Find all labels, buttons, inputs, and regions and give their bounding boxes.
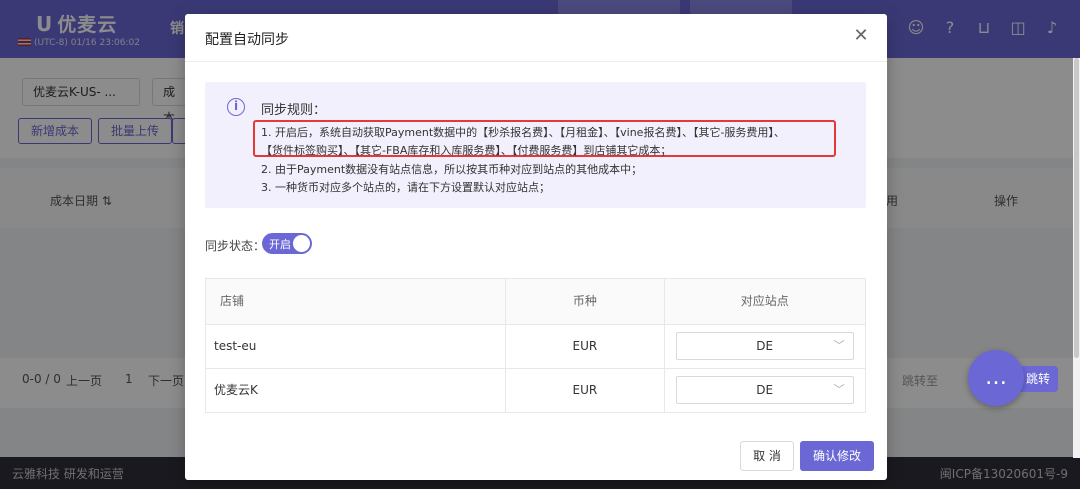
site-cell: DE ﹀ xyxy=(665,369,865,412)
table-header-row: 店铺 币种 对应站点 xyxy=(206,279,865,325)
site-mapping-table: 店铺 币种 对应站点 test-eu EUR DE ﹀ 优麦云K EUR DE ﹀ xyxy=(205,278,866,413)
rule-line-1a: 1. 开启后，系统自动获取Payment数据中的【秒杀报名费】、【月租金】、【v… xyxy=(261,126,785,139)
info-icon: i xyxy=(227,98,245,116)
toggle-label: 开启 xyxy=(269,238,291,251)
currency-cell: EUR xyxy=(506,369,665,412)
sync-rules-panel: i 同步规则： 1. 开启后，系统自动获取Payment数据中的【秒杀报名费】、… xyxy=(205,82,866,208)
toggle-knob xyxy=(293,235,310,252)
store-cell: test-eu xyxy=(206,325,507,368)
rules-title: 同步规则： xyxy=(261,103,327,118)
rule-line-2: 2. 由于Payment数据没有站点信息，所以按其币种对应到站点的其他成本中； xyxy=(261,163,643,176)
table-row: test-eu EUR DE ﹀ xyxy=(206,325,865,369)
rule-line-3: 3. 一种货币对应多个站点的，请在下方设置默认对应站点； xyxy=(261,181,550,194)
site-select[interactable]: DE ﹀ xyxy=(675,376,854,404)
table-row: 优麦云K EUR DE ﹀ xyxy=(206,369,865,412)
sync-status-label: 同步状态： xyxy=(205,239,266,253)
currency-cell: EUR xyxy=(506,325,665,368)
chat-icon[interactable]: … xyxy=(968,350,1024,406)
store-cell: 优麦云K xyxy=(206,369,507,412)
site-select[interactable]: DE ﹀ xyxy=(675,332,854,360)
rule-line-1b: 【货件标签购买】、【其它-FBA库存和入库服务费】、【付费服务费】到店铺其它成本… xyxy=(261,144,672,157)
chevron-down-icon: ﹀ xyxy=(833,339,845,352)
header-site: 对应站点 xyxy=(664,279,865,324)
close-icon[interactable]: ✕ xyxy=(851,26,871,46)
dialog-title: 配置自动同步 xyxy=(205,32,289,48)
auto-sync-dialog: 配置自动同步 ✕ i 同步规则： 1. 开启后，系统自动获取Payment数据中… xyxy=(185,14,887,480)
cancel-button[interactable]: 取 消 xyxy=(740,441,794,471)
confirm-button[interactable]: 确认修改 xyxy=(800,441,874,471)
sync-toggle[interactable]: 开启 xyxy=(262,233,312,254)
header-store: 店铺 xyxy=(206,279,507,324)
jump-to-label: 跳转至 xyxy=(902,374,939,388)
scrollbar-thumb[interactable] xyxy=(1074,58,1079,358)
chevron-down-icon: ﹀ xyxy=(833,383,845,396)
header-currency: 币种 xyxy=(506,279,665,324)
page-scrollbar[interactable] xyxy=(1073,58,1080,458)
site-cell: DE ﹀ xyxy=(665,325,865,368)
dialog-header: 配置自动同步 ✕ xyxy=(185,14,887,62)
